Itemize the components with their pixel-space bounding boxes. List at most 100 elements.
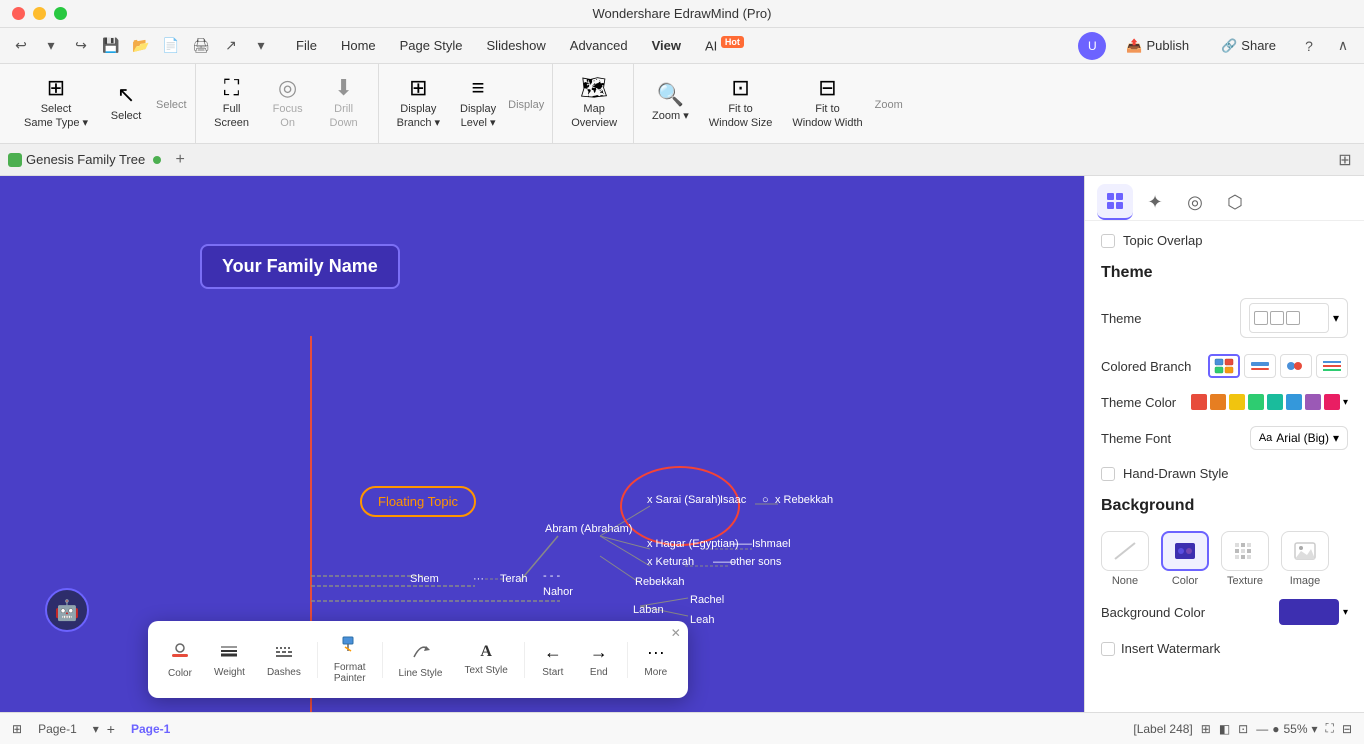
root-node-box[interactable]: Your Family Name [200,244,400,289]
status-icon-2[interactable]: ◧ [1219,722,1230,736]
share-button[interactable]: 🔗 Share [1209,34,1288,58]
export-dropdown[interactable]: ▾ [248,33,274,59]
color-green[interactable] [1248,394,1264,410]
menu-slideshow[interactable]: Slideshow [477,34,556,57]
redo-button[interactable]: ↪ [68,33,94,59]
fullscreen-icon[interactable]: ⛶ [1326,721,1334,736]
new-button[interactable]: 📄 [158,33,184,59]
undo-button[interactable]: ↩ [8,33,34,59]
color-purple[interactable] [1305,394,1321,410]
tab-expand-button[interactable]: ⊞ [1334,149,1356,171]
status-icon-1[interactable]: ⊞ [1201,722,1211,736]
cb-opt-1[interactable] [1208,354,1240,378]
window-controls[interactable] [12,7,67,20]
publish-button[interactable]: 📤 Publish [1114,34,1201,58]
print-button[interactable]: 🖨 [188,33,214,59]
ft-text-style-button[interactable]: A Text Style [456,637,515,682]
toolbar-select[interactable]: ↖ Select [100,78,152,129]
toolbar-focus-on[interactable]: ◎ FocusOn [262,71,314,135]
ft-weight-button[interactable]: Weight [206,636,253,684]
page-tab-label[interactable]: Page-1 [30,720,85,738]
bg-none[interactable]: None [1101,531,1149,587]
zoom-value[interactable]: 55% [1283,722,1307,736]
save-button[interactable]: 💾 [98,33,124,59]
toolbar-display-branch[interactable]: ⊞ DisplayBranch ▾ [389,71,448,135]
color-orange[interactable] [1210,394,1226,410]
root-node[interactable]: Your Family Name [200,244,400,289]
active-page-tab[interactable]: Page-1 [123,720,178,738]
status-icon-3[interactable]: ⊡ [1238,722,1248,736]
ft-line-style-button[interactable]: Line Style [391,635,451,685]
add-page-button[interactable]: + [107,721,115,737]
menu-advanced[interactable]: Advanced [560,34,638,57]
tab-name[interactable]: Genesis Family Tree [26,152,145,167]
ft-color-button[interactable]: Color [160,635,200,685]
node-rachel[interactable]: Rachel [690,594,724,606]
menu-ai[interactable]: AI Hot [695,33,754,57]
toolbar-full-screen[interactable]: ⛶ FullScreen [206,71,258,135]
panel-tab-location[interactable]: ◎ [1177,184,1213,220]
theme-font-dropdown[interactable]: Aa Arial (Big) ▾ [1250,426,1348,450]
maximize-button[interactable] [54,7,67,20]
ai-bot-button[interactable]: 🤖 [45,588,89,632]
open-button[interactable]: 📂 [128,33,154,59]
ft-more-button[interactable]: ··· More [636,636,676,684]
toolbar-fit-window-size[interactable]: ⊡ Fit toWindow Size [701,71,781,135]
node-leah[interactable]: Leah [690,614,714,626]
color-dropdown-arrow[interactable]: ▾ [1343,397,1348,408]
floating-toolbar-close[interactable]: ✕ [668,625,684,641]
panel-tab-ai[interactable]: ✦ [1137,184,1173,220]
bg-color-dropdown-arrow[interactable]: ▾ [1343,607,1348,618]
panel-tab-format[interactable] [1097,184,1133,220]
zoom-slider[interactable]: ● [1272,722,1279,736]
ft-dashes-button[interactable]: Dashes [259,636,309,684]
toolbar-fit-window-width[interactable]: ⊟ Fit toWindow Width [784,71,870,135]
add-tab-button[interactable]: + [169,149,191,171]
menu-view[interactable]: View [642,34,691,57]
watermark-checkbox[interactable] [1101,642,1115,656]
help-button[interactable]: ? [1296,33,1322,59]
toolbar-drill-down[interactable]: ⬇ DrillDown [318,71,370,135]
sidebar-toggle-icon[interactable]: ⊟ [1342,722,1352,736]
ft-end-button[interactable]: → End [579,636,619,684]
ft-format-painter-button[interactable]: FormatPainter [326,629,374,690]
page-expand-icon[interactable]: ⊞ [12,722,22,736]
circle-node[interactable] [620,466,740,546]
color-yellow[interactable] [1229,394,1245,410]
node-abram[interactable]: Abram (Abraham) [545,523,632,535]
node-laban[interactable]: Laban [633,604,664,616]
node-nahor[interactable]: Nahor [543,586,573,598]
floating-topic-node[interactable]: Floating Topic [360,486,476,517]
toolbar-select-same-type[interactable]: ⊞ SelectSame Type ▾ [16,71,96,135]
node-shem[interactable]: Shem [410,573,439,585]
close-button[interactable] [12,7,25,20]
user-avatar[interactable]: U [1078,32,1106,60]
node-ishmael[interactable]: Ishmael [752,538,791,550]
node-keturah[interactable]: x Keturah [647,556,694,568]
hand-drawn-checkbox[interactable] [1101,467,1115,481]
bg-image[interactable]: Image [1281,531,1329,587]
node-rebekkah1[interactable]: x Rebekkah [775,494,833,506]
panel-tab-settings[interactable]: ⬡ [1217,184,1253,220]
page-tab-dropdown[interactable]: ▾ [93,722,99,736]
menu-file[interactable]: File [286,34,327,57]
canvas[interactable]: Your Family Name Floating Topic Shem ···… [0,176,1084,712]
cb-opt-3[interactable] [1280,354,1312,378]
toolbar-zoom[interactable]: 🔍 Zoom ▾ [644,78,697,129]
color-blue[interactable] [1286,394,1302,410]
export-button[interactable]: ↗ [218,33,244,59]
node-other-sons[interactable]: other sons [730,556,781,568]
node-rebekkah2[interactable]: Rebekkah [635,576,685,588]
theme-dropdown[interactable]: ▾ [1240,298,1348,338]
collapse-button[interactable]: ∧ [1330,33,1356,59]
cb-opt-2[interactable] [1244,354,1276,378]
ft-start-button[interactable]: ← Start [533,636,573,684]
color-teal[interactable] [1267,394,1283,410]
toolbar-map-overview[interactable]: 🗺 MapOverview [563,71,625,135]
bg-color-swatch[interactable] [1279,599,1339,625]
color-red[interactable] [1191,394,1207,410]
topic-overlap-checkbox[interactable] [1101,234,1115,248]
bg-texture[interactable]: Texture [1221,531,1269,587]
zoom-dropdown[interactable]: ▾ [1312,722,1318,736]
undo-dropdown[interactable]: ▾ [38,33,64,59]
